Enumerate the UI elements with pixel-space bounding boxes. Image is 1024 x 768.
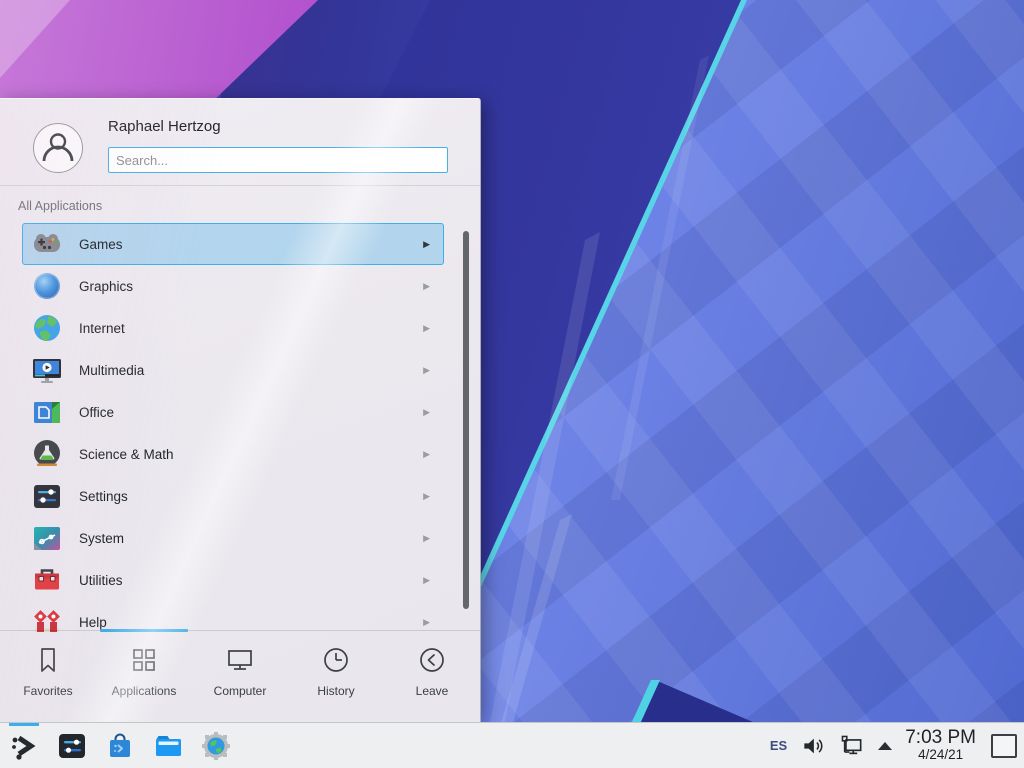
menu-item-label: System bbox=[79, 531, 124, 546]
menu-item-help[interactable]: Help ▶ bbox=[22, 601, 444, 632]
desktop: Raphael Hertzog All Applications Games bbox=[0, 0, 1024, 768]
leave-icon bbox=[417, 645, 447, 675]
network-button[interactable] bbox=[839, 733, 865, 759]
menu-item-label: Science & Math bbox=[79, 447, 174, 462]
submenu-arrow-icon: ▶ bbox=[423, 533, 430, 544]
tab-history[interactable]: History bbox=[288, 631, 384, 722]
help-icon bbox=[31, 606, 63, 632]
submenu-arrow-icon: ▶ bbox=[423, 407, 430, 418]
menu-item-label: Help bbox=[79, 615, 107, 630]
launcher-header: Raphael Hertzog bbox=[0, 99, 480, 186]
launcher-tabbar: Favorites Applications Computer bbox=[0, 630, 480, 722]
tab-computer[interactable]: Computer bbox=[192, 631, 288, 722]
tab-label: Leave bbox=[416, 684, 449, 698]
section-label: All Applications bbox=[18, 199, 102, 213]
bookmark-icon bbox=[33, 645, 63, 675]
submenu-arrow-icon: ▶ bbox=[423, 449, 430, 460]
submenu-arrow-icon: ▶ bbox=[423, 491, 430, 502]
menu-item-label: Office bbox=[79, 405, 114, 420]
office-document-icon bbox=[31, 396, 63, 428]
menu-item-label: Settings bbox=[79, 489, 128, 504]
menu-item-multimedia[interactable]: Multimedia ▶ bbox=[22, 349, 444, 391]
caret-up-icon bbox=[878, 742, 892, 750]
show-desktop-button[interactable] bbox=[991, 734, 1017, 758]
scrollbar-thumb[interactable] bbox=[463, 231, 469, 609]
menu-item-utilities[interactable]: Utilities ▶ bbox=[22, 559, 444, 601]
toolbox-icon bbox=[31, 564, 63, 596]
tab-label: Computer bbox=[214, 684, 267, 698]
menu-item-games[interactable]: Games ▶ bbox=[22, 223, 444, 265]
system-settings-button[interactable] bbox=[56, 730, 88, 762]
kickoff-icon bbox=[9, 731, 39, 761]
tab-applications[interactable]: Applications bbox=[96, 631, 192, 722]
submenu-arrow-icon: ▶ bbox=[423, 323, 430, 334]
tab-leave[interactable]: Leave bbox=[384, 631, 480, 722]
file-manager-button[interactable] bbox=[152, 730, 184, 762]
discover-button[interactable] bbox=[104, 730, 136, 762]
menu-item-science-math[interactable]: Science & Math ▶ bbox=[22, 433, 444, 475]
menu-item-label: Utilities bbox=[79, 573, 123, 588]
folder-icon bbox=[153, 731, 183, 761]
clock-date: 4/24/21 bbox=[918, 748, 963, 762]
submenu-arrow-icon: ▶ bbox=[423, 365, 430, 376]
keyboard-layout-indicator[interactable]: ES bbox=[770, 738, 787, 753]
taskbar-apps bbox=[0, 723, 232, 768]
menu-item-label: Graphics bbox=[79, 279, 133, 294]
menu-item-label: Games bbox=[79, 237, 123, 252]
submenu-arrow-icon: ▶ bbox=[423, 575, 430, 586]
search-input[interactable] bbox=[108, 147, 448, 173]
submenu-arrow-icon: ▶ bbox=[423, 239, 430, 250]
taskbar: ES bbox=[0, 722, 1024, 768]
science-flask-icon bbox=[31, 438, 63, 470]
tab-label: Applications bbox=[112, 684, 177, 698]
system-tray: ES bbox=[770, 723, 1024, 768]
user-name: Raphael Hertzog bbox=[108, 118, 221, 135]
application-launcher-menu: Raphael Hertzog All Applications Games bbox=[0, 98, 481, 722]
app-grid-icon bbox=[129, 645, 159, 675]
globe-icon bbox=[31, 312, 63, 344]
media-monitor-icon bbox=[31, 354, 63, 386]
digital-clock[interactable]: 7:03 PM 4/24/21 bbox=[905, 728, 976, 762]
menu-item-office[interactable]: Office ▶ bbox=[22, 391, 444, 433]
tab-favorites[interactable]: Favorites bbox=[0, 631, 96, 722]
browser-globe-gear-icon bbox=[201, 731, 231, 761]
menu-item-graphics[interactable]: Graphics ▶ bbox=[22, 265, 444, 307]
clock-time: 7:03 PM bbox=[905, 728, 976, 748]
category-list: Games ▶ Graphics ▶ bbox=[0, 223, 480, 632]
settings-sliders-icon bbox=[31, 480, 63, 512]
user-avatar[interactable] bbox=[33, 123, 83, 173]
history-clock-icon bbox=[321, 645, 351, 675]
web-browser-button[interactable] bbox=[200, 730, 232, 762]
user-icon bbox=[35, 125, 81, 171]
computer-monitor-icon bbox=[225, 645, 255, 675]
menu-item-label: Internet bbox=[79, 321, 125, 336]
volume-icon bbox=[800, 733, 826, 759]
network-icon bbox=[839, 733, 865, 759]
submenu-arrow-icon: ▶ bbox=[423, 617, 430, 628]
discover-bag-icon bbox=[105, 731, 135, 761]
submenu-arrow-icon: ▶ bbox=[423, 281, 430, 292]
tab-label: Favorites bbox=[23, 684, 72, 698]
paint-sphere-icon bbox=[31, 270, 63, 302]
tab-label: History bbox=[317, 684, 354, 698]
menu-item-system[interactable]: System ▶ bbox=[22, 517, 444, 559]
application-launcher-button[interactable] bbox=[8, 730, 40, 762]
expand-tray-button[interactable] bbox=[878, 742, 892, 750]
menu-item-label: Multimedia bbox=[79, 363, 144, 378]
gamepad-icon bbox=[31, 228, 63, 260]
menu-item-internet[interactable]: Internet ▶ bbox=[22, 307, 444, 349]
system-monitor-icon bbox=[31, 522, 63, 554]
volume-button[interactable] bbox=[800, 733, 826, 759]
menu-item-settings[interactable]: Settings ▶ bbox=[22, 475, 444, 517]
system-settings-icon bbox=[57, 731, 87, 761]
